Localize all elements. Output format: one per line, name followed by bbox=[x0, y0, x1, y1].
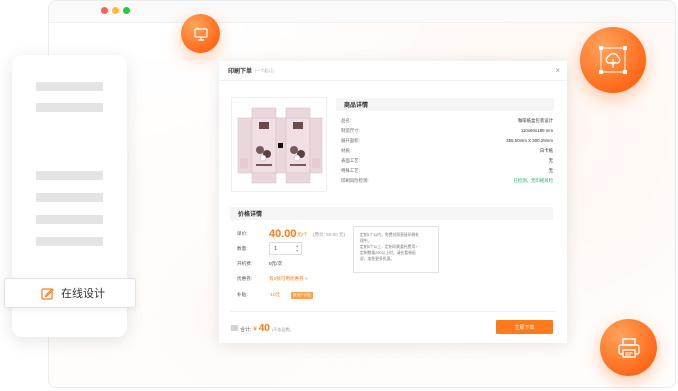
browser-title-bar bbox=[49, 1, 675, 23]
order-now-button[interactable]: 立即下单 bbox=[496, 320, 553, 334]
skeleton-line bbox=[36, 193, 103, 202]
detail-label: 展开面积: bbox=[341, 138, 360, 143]
detail-row-special: 特殊工艺: 无 bbox=[341, 168, 553, 176]
coupon-label: 优惠券: bbox=[237, 276, 253, 281]
detail-value: 咖啡纸盒包装设计 bbox=[517, 118, 553, 123]
product-details-heading: 商品详情 bbox=[336, 98, 554, 111]
detail-label: 印刷风险检测: bbox=[341, 178, 369, 183]
divider bbox=[230, 311, 556, 312]
detail-value: 白卡纸 bbox=[539, 148, 553, 153]
detail-label: 表面工艺: bbox=[341, 158, 360, 163]
cloud-tree-icon bbox=[599, 46, 627, 74]
detail-row-size: 制造尺寸: 110x60x180 mm bbox=[341, 128, 553, 136]
price-details-heading: 价格详情 bbox=[230, 207, 553, 220]
stage: 在线设计 印刷下单 (一个起订) × 商品详情 品名: 咖啡纸盒包装设计 制造尺… bbox=[0, 0, 678, 391]
detail-value: 无 bbox=[548, 158, 553, 163]
list-icon bbox=[231, 325, 238, 331]
dialog-subtitle: (一个起订) bbox=[255, 67, 274, 73]
dialog-title: 印刷下单 bbox=[228, 69, 253, 75]
dialog-header: 印刷下单 (一个起订) bbox=[219, 61, 567, 81]
total-note: (不含运费) bbox=[271, 327, 291, 332]
printer-circle[interactable] bbox=[600, 319, 657, 376]
total-value: 40 bbox=[258, 323, 270, 334]
original-price: (原价: 50.00 元) bbox=[313, 232, 346, 237]
skeleton-line bbox=[36, 237, 103, 246]
detail-value: 110x60x180 mm bbox=[520, 128, 553, 133]
tooltip-line: 说，加急更多优惠。 bbox=[360, 257, 395, 261]
stepper-arrows-icon[interactable]: ▲ ▼ bbox=[296, 244, 299, 254]
detail-row-name: 品名: 咖啡纸盒包装设计 bbox=[341, 118, 553, 126]
total-label: 合计: bbox=[240, 327, 252, 333]
pricing-tooltip: 定制1个以内，免费对照直接印刷处 理中。 定制5个以上，定制印刷委托费用+ 定制… bbox=[353, 226, 439, 273]
design-card-icon bbox=[193, 27, 208, 41]
detail-row-area: 展开面积: 355.50mm X 300.25mm bbox=[341, 138, 553, 146]
subsidy-value: -10元 bbox=[269, 292, 281, 297]
detail-label: 材质: bbox=[341, 148, 352, 153]
online-design-label: 在线设计 bbox=[61, 288, 105, 300]
new-user-subsidy-badge: 新用户补贴 bbox=[291, 292, 313, 299]
detail-label: 制造尺寸: bbox=[341, 128, 360, 133]
total-row: 合计: ¥ 40 (不含运费) bbox=[231, 323, 291, 334]
design-card-circle[interactable] bbox=[181, 14, 220, 53]
skeleton-line bbox=[36, 82, 103, 91]
skeleton-line bbox=[36, 171, 103, 180]
detail-value: 已检测，无印刷风险 bbox=[513, 178, 553, 183]
maximize-window-dot[interactable] bbox=[123, 7, 130, 14]
skeleton-line bbox=[36, 215, 103, 224]
plate-fee-value: 0元/次 bbox=[269, 261, 283, 266]
plate-fee-label: 开机费: bbox=[237, 261, 253, 266]
cloud-tree-circle[interactable] bbox=[580, 27, 646, 93]
detail-value: 355.50mm X 300.25mm bbox=[506, 138, 553, 143]
skeleton-line bbox=[36, 103, 103, 112]
close-icon[interactable]: × bbox=[555, 66, 560, 75]
detail-row-risk-check: 印刷风险检测: 已检测，无印刷风险 bbox=[341, 178, 553, 186]
unit-price-value: 40.00 bbox=[269, 228, 297, 240]
online-design-button[interactable]: 在线设计 bbox=[4, 278, 136, 308]
product-thumbnail bbox=[231, 97, 327, 192]
quantity-stepper[interactable]: 1 ▲ ▼ bbox=[269, 242, 302, 255]
close-window-dot[interactable] bbox=[101, 7, 108, 14]
detail-label: 品名: bbox=[341, 118, 352, 123]
unit-price-label: 单价: bbox=[237, 231, 248, 236]
box-dieline-image bbox=[237, 107, 323, 184]
detail-value: 无 bbox=[548, 168, 553, 173]
print-order-dialog: 印刷下单 (一个起订) × 商品详情 品名: 咖啡纸盒包装设计 制造尺寸: 11… bbox=[219, 61, 567, 343]
quantity-label: 数量: bbox=[237, 246, 248, 251]
detail-label: 特殊工艺: bbox=[341, 168, 360, 173]
unit-price-suffix: 元/个 bbox=[297, 232, 308, 237]
coupon-link[interactable]: 有2张可用优惠券 > bbox=[269, 276, 308, 282]
printer-icon bbox=[617, 337, 640, 358]
minimize-window-dot[interactable] bbox=[112, 7, 119, 14]
subsidy-label: 补贴: bbox=[237, 292, 248, 297]
total-currency: ¥ bbox=[253, 327, 257, 333]
detail-row-material: 材质: 白卡纸 bbox=[341, 148, 553, 156]
edit-icon bbox=[41, 288, 54, 300]
detail-row-surface: 表面工艺: 无 bbox=[341, 158, 553, 166]
quantity-value: 1 bbox=[274, 245, 277, 252]
